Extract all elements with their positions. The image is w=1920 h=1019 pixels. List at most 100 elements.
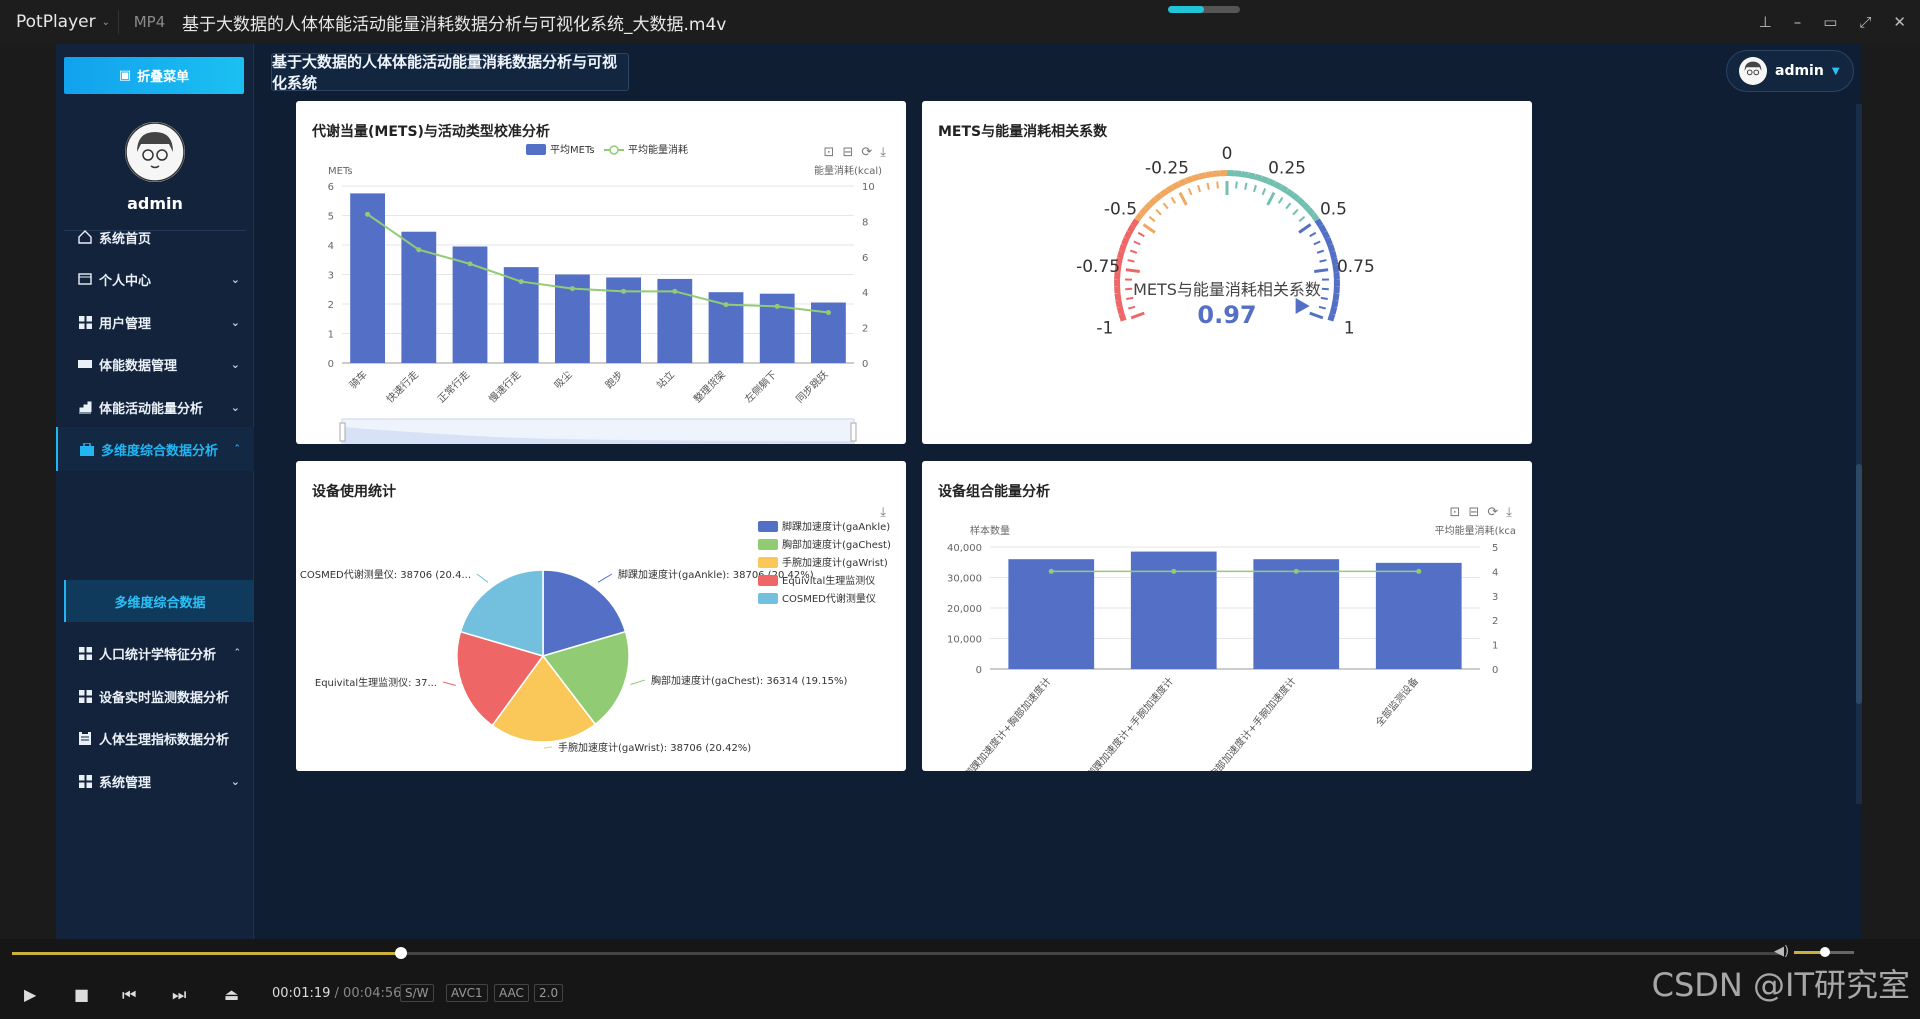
y-right-tick-label: 2 (1492, 616, 1498, 627)
player-title-bar: PotPlayer ⌄ MP4 基于大数据的人体体能活动能量消耗数据分析与可视化… (0, 0, 1920, 44)
minimize-icon[interactable]: – (1794, 13, 1802, 31)
video-codec-tag: AVC1 (446, 984, 488, 1002)
pie-label-line (597, 573, 613, 583)
stop-icon[interactable]: ■ (74, 985, 89, 1004)
gauge-arc-segment (1130, 218, 1140, 228)
gauge-arc-segment (1329, 250, 1338, 260)
caret-down-icon: ▼ (1831, 65, 1840, 77)
close-icon[interactable]: ✕ (1893, 13, 1906, 31)
gauge-arc-segment (1327, 312, 1336, 322)
legend-swatch-bar (526, 144, 546, 155)
collapse-menu-button[interactable]: ▣ 折叠菜单 (64, 57, 244, 94)
datazoom-handle-left (339, 422, 346, 442)
pie-label: 手腕加速度计(gaWrist): 38706 (20.42%) (558, 741, 751, 754)
volume-slider[interactable] (1794, 947, 1854, 957)
gauge-tick (1127, 305, 1136, 310)
gauge-arc-segment (1273, 181, 1283, 190)
sidebar-item-energy-analysis[interactable]: 体能活动能量分析 ⌄ (56, 385, 254, 429)
gauge-tick (1313, 240, 1321, 246)
gauge-tick (1148, 215, 1156, 223)
series-line (367, 213, 829, 314)
line-point (365, 211, 371, 217)
gauge-arc-segment (1159, 188, 1169, 198)
sidebar-item-label: 体能数据管理 (99, 358, 178, 374)
sidebar-item-fitness-data[interactable]: 体能数据管理 ⌄ (56, 342, 254, 386)
previous-icon[interactable]: ⏮ (122, 985, 136, 1005)
legend-swatch (758, 575, 778, 586)
sidebar-item-demographics[interactable]: 人口统计学特征分析 ˆ (56, 631, 254, 675)
gauge-tick (1127, 259, 1135, 263)
legend-label: COSMED代谢测量仪 (782, 592, 876, 605)
gauge-tick-label: 1 (1344, 318, 1355, 338)
sidebar-item-home[interactable]: 系统首页 (56, 215, 254, 259)
sidebar-item-multidim-analysis[interactable]: 多维度综合数据分析 ˆ (56, 427, 254, 471)
player-menu-button[interactable]: PotPlayer ⌄ (0, 12, 118, 32)
seek-knob[interactable] (395, 947, 408, 959)
datazoom-handle-right (850, 422, 857, 442)
legend-label: 平均METs (550, 144, 595, 156)
gauge-arc-segment (1115, 299, 1123, 308)
gauge-arc-segment (1121, 237, 1130, 246)
pie-label-line (630, 679, 646, 686)
y-axis-right-label: 能量消耗(kcal) (814, 164, 882, 177)
user-menu[interactable]: admin ▼ (1726, 50, 1854, 92)
x-tick-label: 骑车 (346, 368, 369, 391)
gauge-arc-segment (1198, 172, 1207, 180)
gauge-arc-segment (1123, 230, 1133, 240)
gauge-arc-segment (1253, 173, 1263, 182)
legend-swatch (758, 539, 778, 550)
y-right-tick-label: 0 (1492, 665, 1498, 676)
audio-channels-tag: 2.0 (534, 984, 564, 1002)
scrollbar-thumb[interactable] (1856, 464, 1862, 704)
fullscreen-icon[interactable]: ⤢ (1859, 13, 1871, 31)
player-control-bar: ◀) ▶ ■ ⏮ ⏭ ⏏ 00:01:19 / 00:04:56 S/W AVC… (0, 939, 1920, 1019)
gauge-tick (1235, 181, 1238, 189)
gauge-tick (1129, 249, 1138, 254)
gauge-arc-segment (1332, 292, 1340, 301)
sidebar-item-device-monitoring[interactable]: 设备实时监测数据分析 (56, 674, 254, 718)
y-tick-label: 2 (328, 300, 334, 311)
y-right-tick-label: 2 (862, 324, 868, 335)
page-scrollbar[interactable] (1856, 104, 1862, 804)
player-brand: PotPlayer (16, 12, 96, 32)
line-point (416, 247, 422, 253)
sidebar-subitem-multidim-data[interactable]: 多维度综合数据 (64, 580, 254, 622)
pie-label-line (476, 573, 489, 583)
maximize-icon[interactable]: ▭ (1823, 13, 1837, 31)
player-loading-indicator (1168, 6, 1240, 13)
combo-panel: 设备组合能量分析 ⊡ ⊟ ⟳ ⤓ 样本数量 平均能量消耗(kca 0 10,000 20… (922, 461, 1532, 771)
x-tick-label: 脚踝加速度计+胸部加速度计 (961, 675, 1053, 771)
gauge-arc-segment (1266, 178, 1276, 187)
y-axis-label: METs (328, 166, 353, 177)
sidebar-item-profile[interactable]: 个人中心 ⌄ (56, 257, 254, 301)
y-right-tick-label: 10 (862, 182, 875, 193)
gauge-tick (1319, 259, 1327, 263)
chevron-up-icon: ˆ (234, 442, 241, 456)
gauge-tick (1162, 202, 1169, 210)
eject-icon[interactable]: ⏏ (224, 985, 239, 1004)
gauge-arc-segment (1324, 237, 1333, 246)
gauge-tick (1316, 249, 1325, 254)
play-icon[interactable]: ▶ (24, 985, 36, 1004)
sidebar-item-label: 多维度综合数据分析 (101, 443, 219, 459)
sidebar-item-physiology[interactable]: 人体生理指标数据分析 (56, 716, 254, 760)
legend-label: 手腕加速度计(gaWrist) (782, 556, 888, 569)
pie-label-line (442, 681, 456, 687)
screen: PotPlayer ⌄ MP4 基于大数据的人体体能活动能量消耗数据分析与可视化… (0, 0, 1920, 1019)
line-point (723, 302, 729, 308)
y-tick-label: 0 (976, 665, 982, 676)
y-tick-label: 6 (328, 182, 334, 193)
gauge-tick (1320, 296, 1328, 300)
volume-icon[interactable]: ◀) (1774, 944, 1789, 959)
y-tick-label: 5 (328, 212, 334, 223)
next-icon[interactable]: ⏭ (172, 985, 186, 1005)
seek-bar[interactable] (12, 947, 1782, 959)
clipboard-icon (77, 730, 93, 746)
sidebar-item-system[interactable]: 系统管理 ⌄ (56, 759, 254, 803)
chevron-down-icon: ⌄ (230, 774, 240, 788)
gauge-arc-segment (1178, 178, 1188, 187)
line-point (825, 310, 831, 316)
gauge-tick (1309, 311, 1324, 320)
pin-icon[interactable]: ⊥ (1759, 13, 1772, 31)
sidebar-item-users[interactable]: 用户管理 ⌄ (56, 300, 254, 344)
